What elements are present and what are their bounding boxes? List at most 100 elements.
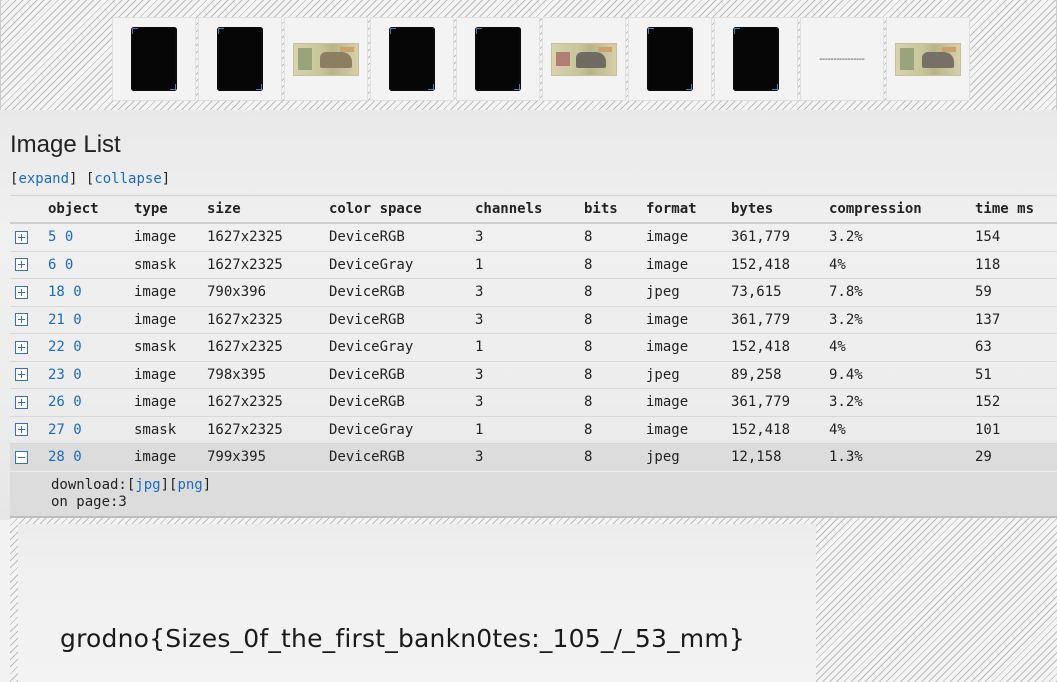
expand-row-icon[interactable]: [15, 258, 28, 272]
cell-bytes: 12,158: [731, 443, 829, 471]
cell-time-ms: 51: [975, 361, 1057, 389]
thumbnail-text-image[interactable]: ▬▬▬▬▬▬▬▬▬▬▬▬▬▬▬▬: [800, 17, 884, 101]
thumbnail-banknote[interactable]: [886, 17, 970, 101]
cell-object[interactable]: 5 0: [48, 223, 134, 252]
cell-object[interactable]: 21 0: [48, 306, 134, 334]
cell-expander: [10, 416, 48, 444]
thumbnail-strip: ▬▬▬▬▬▬▬▬▬▬▬▬▬▬▬▬: [0, 0, 1057, 110]
cell-compression: 7.8%: [829, 278, 975, 307]
cell-time-ms: 101: [975, 416, 1057, 444]
header-channels[interactable]: channels: [475, 195, 584, 224]
thumbnail-banknote[interactable]: [542, 17, 626, 101]
image-table-container: object type size color space channels bi…: [10, 195, 1057, 471]
header-compression[interactable]: compression: [829, 195, 975, 224]
cell-format: jpeg: [646, 361, 731, 389]
cell-size: 799x395: [207, 443, 329, 471]
thumbnail-playing-card-back[interactable]: [628, 17, 712, 101]
cell-time-ms: 154: [975, 223, 1057, 252]
cell-bits: 8: [584, 306, 646, 334]
thumbnail-banknote[interactable]: [284, 17, 368, 101]
expand-row-icon[interactable]: [15, 230, 28, 244]
header-bytes[interactable]: bytes: [731, 195, 829, 224]
download-line: download:[jpg][png]: [51, 477, 212, 493]
cell-format: image: [646, 388, 731, 417]
table-row[interactable]: 26 0 image 1627x2325 DeviceRGB 3 8 image 361,77…: [10, 388, 1057, 417]
cell-bytes: 73,615: [731, 278, 829, 307]
thumbnail-playing-card-back[interactable]: [112, 17, 196, 101]
cell-color-space: DeviceRGB: [329, 443, 475, 471]
download-label: download:: [51, 477, 127, 493]
cell-object[interactable]: 6 0: [48, 251, 134, 279]
cell-size: 1627x2325: [207, 416, 329, 444]
expand-row-icon[interactable]: [15, 313, 28, 327]
cell-compression: 3.2%: [829, 306, 975, 334]
cell-time-ms: 59: [975, 278, 1057, 307]
collapse-row-icon[interactable]: [15, 450, 28, 464]
table-row[interactable]: 28 0 image 799x395 DeviceRGB 3 8 jpeg 12,158 1.3…: [10, 443, 1057, 471]
thumbnail-playing-card-back[interactable]: [456, 17, 540, 101]
cell-bytes: 152,418: [731, 416, 829, 444]
cell-channels: 3: [475, 306, 584, 334]
cell-time-ms: 152: [975, 388, 1057, 417]
cell-size: 790x396: [207, 278, 329, 307]
download-jpg-link[interactable]: jpg: [135, 477, 160, 493]
thumbnail-playing-card-back[interactable]: [714, 17, 798, 101]
cell-type: image: [134, 278, 207, 307]
cell-channels: 3: [475, 223, 584, 252]
banknote-image: [551, 42, 617, 76]
cell-format: image: [646, 223, 731, 252]
cell-type: smask: [134, 333, 207, 362]
expand-row-icon[interactable]: [15, 423, 28, 437]
table-row[interactable]: 27 0 smask 1627x2325 DeviceGray 1 8 image 152,4…: [10, 416, 1057, 444]
table-row[interactable]: 22 0 smask 1627x2325 DeviceGray 1 8 image 152,4…: [10, 333, 1057, 362]
cell-bits: 8: [584, 223, 646, 252]
cell-object[interactable]: 18 0: [48, 278, 134, 307]
cell-expander: [10, 251, 48, 279]
table-row[interactable]: 21 0 image 1627x2325 DeviceRGB 3 8 image 361,77…: [10, 306, 1057, 334]
expand-row-icon[interactable]: [15, 395, 28, 409]
header-size[interactable]: size: [207, 195, 329, 224]
header-type[interactable]: type: [134, 195, 207, 224]
header-expander: [10, 195, 48, 224]
header-bits[interactable]: bits: [584, 195, 646, 224]
table-row[interactable]: 5 0 image 1627x2325 DeviceRGB 3 8 image 361,779…: [10, 223, 1057, 252]
header-time-ms[interactable]: time ms: [975, 195, 1057, 224]
cell-format: jpeg: [646, 443, 731, 471]
table-row[interactable]: 6 0 smask 1627x2325 DeviceGray 1 8 image 152,41…: [10, 251, 1057, 279]
thumbnail-playing-card-back[interactable]: [198, 17, 282, 101]
cell-compression: 4%: [829, 416, 975, 444]
header-format[interactable]: format: [646, 195, 731, 224]
cell-object[interactable]: 26 0: [48, 388, 134, 417]
cell-compression: 9.4%: [829, 361, 975, 389]
cell-object[interactable]: 27 0: [48, 416, 134, 444]
table-row[interactable]: 18 0 image 790x396 DeviceRGB 3 8 jpeg 73,615 7.8…: [10, 278, 1057, 307]
expand-row-icon[interactable]: [15, 285, 28, 299]
cell-bytes: 89,258: [731, 361, 829, 389]
cell-compression: 4%: [829, 251, 975, 279]
table-row[interactable]: 23 0 image 798x395 DeviceRGB 3 8 jpeg 89,258 9.4…: [10, 361, 1057, 389]
cell-object[interactable]: 23 0: [48, 361, 134, 389]
cell-object[interactable]: 22 0: [48, 333, 134, 362]
expand-collapse-controls: [expand] [collapse]: [10, 171, 171, 187]
header-color-space[interactable]: color space: [329, 195, 475, 224]
banknote-image: [293, 42, 359, 76]
expand-row-icon[interactable]: [15, 368, 28, 382]
cell-bits: 8: [584, 416, 646, 444]
cell-object[interactable]: 28 0: [48, 443, 134, 471]
cell-type: image: [134, 306, 207, 334]
cell-bits: 8: [584, 443, 646, 471]
cell-channels: 1: [475, 416, 584, 444]
cell-format: image: [646, 333, 731, 362]
banknote-image: [895, 42, 961, 76]
expand-row-icon[interactable]: [15, 340, 28, 354]
thumbnail-playing-card-back[interactable]: [370, 17, 454, 101]
card-back-image: [733, 27, 779, 91]
cell-compression: 4%: [829, 333, 975, 362]
expand-link[interactable]: expand: [18, 171, 69, 187]
cell-expander: [10, 388, 48, 417]
tiny-text-image: ▬▬▬▬▬▬▬▬▬▬▬▬▬▬▬▬: [819, 57, 865, 61]
header-object[interactable]: object: [48, 195, 134, 224]
collapse-link[interactable]: collapse: [94, 171, 161, 187]
download-png-link[interactable]: png: [177, 477, 202, 493]
cell-type: image: [134, 443, 207, 471]
